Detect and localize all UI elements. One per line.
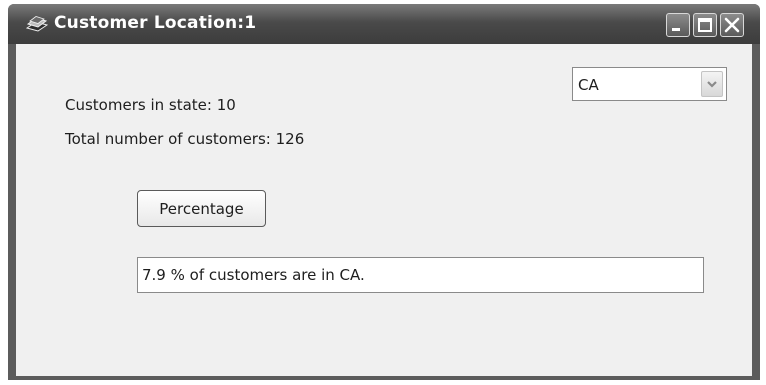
title-bar[interactable]: Customer Location:1 (8, 4, 760, 44)
result-field[interactable] (137, 257, 704, 293)
app-books-icon (26, 16, 48, 32)
app-window: Customer Location:1 Customers in state: … (8, 4, 760, 380)
close-icon (724, 17, 740, 33)
customers-in-state-label: Customers in state: 10 (65, 96, 236, 114)
window-title: Customer Location:1 (54, 13, 257, 33)
total-customers-label: Total number of customers: 126 (65, 130, 305, 148)
percentage-button[interactable]: Percentage (137, 190, 266, 227)
minimize-button[interactable] (666, 13, 690, 37)
maximize-button[interactable] (693, 13, 717, 37)
state-select-value: CA (578, 76, 599, 94)
state-select[interactable]: CA (572, 67, 727, 101)
minimize-icon (672, 28, 680, 31)
close-button[interactable] (720, 13, 744, 37)
chevron-down-icon (707, 81, 717, 88)
state-dropdown-button[interactable] (701, 71, 723, 97)
client-area: Customers in state: 10 Total number of c… (16, 44, 752, 376)
maximize-icon (698, 18, 712, 32)
